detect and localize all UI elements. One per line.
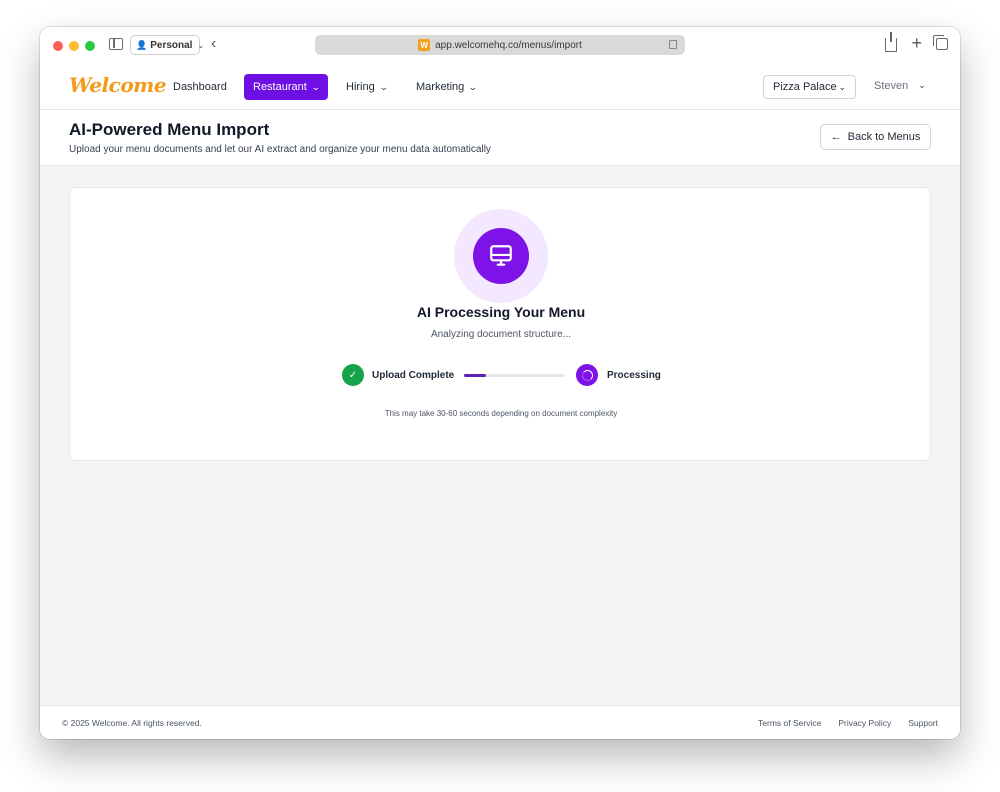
chevron-down-icon: ⌄: [197, 40, 205, 50]
check-icon: ✓: [342, 364, 364, 386]
copyright: © 2025 Welcome. All rights reserved.: [62, 718, 202, 728]
page-title: AI-Powered Menu Import: [69, 120, 270, 139]
nav-item-label: Marketing: [416, 81, 465, 93]
close-window-button[interactable]: [53, 41, 63, 51]
back-arrow-icon[interactable]: ‹: [211, 35, 216, 53]
footer: © 2025 Welcome. All rights reserved. Ter…: [40, 705, 960, 739]
footer-link-privacy[interactable]: Privacy Policy: [838, 718, 891, 728]
progress-fill: [464, 374, 487, 377]
spinner-icon: [576, 364, 598, 386]
window-controls: [53, 41, 95, 51]
url-text: app.welcomehq.co/menus/import: [435, 39, 582, 51]
site-favicon-icon: W: [418, 39, 431, 51]
reader-mode-icon[interactable]: [669, 40, 677, 49]
back-to-menus-button[interactable]: ← Back to Menus: [820, 124, 931, 150]
processing-title: AI Processing Your Menu: [416, 304, 586, 320]
page-header: AI-Powered Menu Import Upload your menu …: [40, 110, 960, 166]
step-processing-label: Processing: [607, 370, 661, 381]
address-bar[interactable]: W app.welcomehq.co/menus/import: [315, 35, 685, 55]
arrow-left-icon: ←: [830, 131, 842, 143]
user-menu[interactable]: Steven ⌄: [874, 80, 926, 92]
back-button-label: Back to Menus: [847, 131, 921, 143]
monitor-icon: [473, 228, 529, 284]
profile-button[interactable]: 👤 Personal ⌄: [130, 35, 204, 55]
browser-toolbar: 👤 Personal ⌄ ‹ W app.welcomehq.co/menus/…: [40, 27, 960, 64]
person-icon: 👤: [136, 39, 148, 50]
new-tab-icon[interactable]: +: [911, 34, 922, 52]
chevron-down-icon: ⌄: [310, 81, 321, 92]
nav-item-label: Hiring: [346, 81, 375, 93]
nav-item-label: Restaurant: [253, 81, 307, 93]
nav-item-hiring[interactable]: Hiring ⌄: [346, 74, 389, 100]
footer-link-terms[interactable]: Terms of Service: [758, 718, 821, 728]
chevron-down-icon: ⌄: [918, 80, 926, 90]
footer-link-support[interactable]: Support: [908, 718, 938, 728]
maximize-window-button[interactable]: [85, 41, 95, 51]
share-icon[interactable]: [885, 32, 898, 52]
user-name: Steven: [874, 80, 909, 92]
tab-overview-icon[interactable]: [933, 35, 948, 50]
processing-card: AI Processing Your Menu Analyzing docume…: [69, 187, 931, 461]
nav-item-label: Dashboard: [173, 81, 227, 93]
footer-links: Terms of Service Privacy Policy Support: [758, 718, 938, 728]
browser-actions: +: [885, 32, 948, 52]
app-navbar: Welcome Dashboard Restaurant ⌄ Hiring ⌄ …: [40, 64, 960, 110]
nav-item-restaurant[interactable]: Restaurant ⌄: [244, 74, 329, 100]
restaurant-selector[interactable]: Pizza Palace ⌄: [763, 75, 856, 99]
profile-label: Personal: [150, 39, 193, 51]
chevron-down-icon: ⌄: [838, 81, 846, 92]
page-subtitle: Upload your menu documents and let our A…: [69, 144, 491, 155]
nav-item-marketing[interactable]: Marketing ⌄: [416, 74, 478, 100]
processing-status: Analyzing document structure...: [430, 329, 572, 340]
main-content: AI Processing Your Menu Analyzing docume…: [40, 166, 960, 705]
logo[interactable]: Welcome: [69, 73, 167, 97]
loading-spinner: [581, 369, 593, 381]
browser-window: 👤 Personal ⌄ ‹ W app.welcomehq.co/menus/…: [40, 27, 960, 739]
nav-item-dashboard[interactable]: Dashboard: [173, 74, 227, 100]
minimize-window-button[interactable]: [69, 41, 79, 51]
sidebar-toggle-icon[interactable]: [109, 38, 123, 50]
progress-bar: [464, 374, 565, 377]
processing-note: This may take 30-60 seconds depending on…: [384, 409, 618, 418]
chevron-down-icon: ⌄: [468, 81, 478, 92]
step-upload-complete-label: Upload Complete: [372, 370, 455, 381]
chevron-down-icon: ⌄: [378, 81, 389, 92]
restaurant-selector-label: Pizza Palace: [773, 81, 837, 93]
